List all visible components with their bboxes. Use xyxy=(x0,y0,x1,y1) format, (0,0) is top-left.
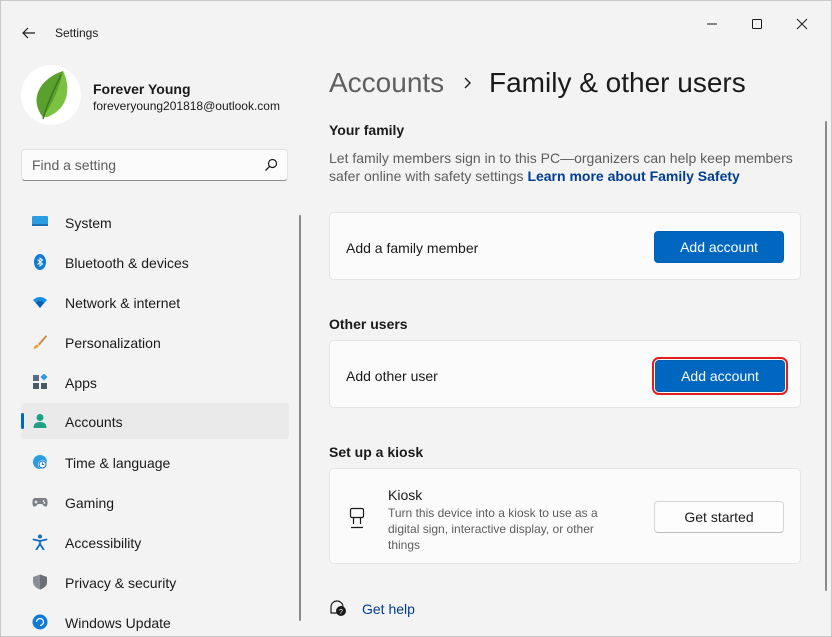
add-family-member-label: Add a family member xyxy=(346,240,479,256)
sidebar-item-gaming[interactable]: Gaming xyxy=(21,484,289,520)
sidebar-item-label: System xyxy=(65,215,112,231)
sidebar-item-label: Time & language xyxy=(65,455,171,471)
add-other-user-label: Add other user xyxy=(346,368,438,384)
sidebar-item-bluetooth[interactable]: Bluetooth & devices xyxy=(21,244,289,280)
sidebar-item-label: Bluetooth & devices xyxy=(65,255,189,271)
kiosk-title: Kiosk xyxy=(388,487,423,503)
svg-text:?: ? xyxy=(339,609,343,616)
person-icon xyxy=(33,414,47,428)
section-title-your-family: Your family xyxy=(329,122,405,138)
sidebar-item-time-language[interactable]: Time & language xyxy=(21,444,289,480)
maximize-icon xyxy=(752,19,762,29)
page-title: Family & other users xyxy=(489,67,746,98)
apps-icon xyxy=(33,374,48,389)
app-title: Settings xyxy=(55,26,99,40)
breadcrumb-parent[interactable]: Accounts xyxy=(329,67,444,99)
sidebar-item-label: Accounts xyxy=(65,414,123,430)
sidebar-item-label: Personalization xyxy=(65,335,161,351)
update-icon xyxy=(32,614,48,630)
back-button[interactable] xyxy=(15,17,43,45)
minimize-button[interactable] xyxy=(697,11,727,37)
back-arrow-icon xyxy=(22,27,35,39)
get-started-button[interactable]: Get started xyxy=(654,501,784,533)
sidebar-item-apps[interactable]: Apps xyxy=(21,364,289,400)
sidebar-item-label: Network & internet xyxy=(65,295,181,311)
chevron-right-icon xyxy=(464,77,471,89)
minimize-icon xyxy=(707,23,717,25)
get-help-link[interactable]: Get help xyxy=(362,601,415,617)
bluetooth-icon xyxy=(34,254,46,270)
gamepad-icon xyxy=(32,498,48,507)
sidebar-item-windows-update[interactable]: Windows Update xyxy=(21,604,289,631)
main-scrollbar[interactable] xyxy=(825,121,827,591)
sidebar-item-label: Gaming xyxy=(65,495,115,511)
shield-icon xyxy=(33,574,47,590)
add-family-member-card: Add a family member Add account xyxy=(329,212,801,280)
globe-clock-icon xyxy=(33,455,47,469)
close-button[interactable] xyxy=(787,11,817,37)
brush-icon xyxy=(33,335,47,349)
sidebar-nav: System Bluetooth & devices Network & int… xyxy=(21,201,289,631)
section-title-kiosk: Set up a kiosk xyxy=(329,444,424,460)
search-input[interactable] xyxy=(22,150,252,180)
add-other-user-card: Add other user Add account xyxy=(329,340,801,408)
section-title-other-users: Other users xyxy=(329,316,408,332)
kiosk-icon xyxy=(349,507,365,529)
search-box[interactable] xyxy=(21,149,288,181)
add-other-user-account-button[interactable]: Add account xyxy=(652,357,788,395)
close-icon xyxy=(796,18,808,30)
family-description: Let family members sign in to this PC—or… xyxy=(329,149,799,185)
avatar[interactable] xyxy=(21,65,81,125)
search-icon[interactable] xyxy=(264,158,278,172)
sidebar-scrollbar[interactable] xyxy=(299,215,301,621)
accessibility-icon xyxy=(32,534,48,550)
sidebar-item-label: Accessibility xyxy=(65,535,142,551)
wifi-icon xyxy=(33,297,47,308)
sidebar-item-accounts[interactable]: Accounts xyxy=(21,403,289,439)
profile-name: Forever Young xyxy=(93,81,191,97)
settings-window: Settings Forever Young foreveryoung20181… xyxy=(0,0,832,637)
kiosk-description: Turn this device into a kiosk to use as … xyxy=(388,506,598,552)
kiosk-card: Kiosk Turn this device into a kiosk to u… xyxy=(329,468,801,564)
add-family-account-button[interactable]: Add account xyxy=(654,231,784,263)
leaf-avatar-icon xyxy=(36,71,68,120)
sidebar-item-network[interactable]: Network & internet xyxy=(21,284,289,320)
profile-email: foreveryoung201818@outlook.com xyxy=(93,99,280,113)
sidebar-item-label: Privacy & security xyxy=(65,575,177,591)
sidebar-item-privacy-security[interactable]: Privacy & security xyxy=(21,564,289,600)
sidebar-item-label: Windows Update xyxy=(65,615,171,631)
active-indicator xyxy=(21,413,24,429)
learn-more-family-safety-link[interactable]: Learn more about Family Safety xyxy=(527,168,739,184)
sidebar-item-system[interactable]: System xyxy=(21,204,289,240)
sidebar-item-accessibility[interactable]: Accessibility xyxy=(21,524,289,560)
monitor-icon xyxy=(32,216,48,226)
sidebar-item-label: Apps xyxy=(65,375,97,391)
sidebar-item-personalization[interactable]: Personalization xyxy=(21,324,289,360)
help-icon: ? xyxy=(330,600,346,616)
maximize-button[interactable] xyxy=(742,11,772,37)
title-bar: Settings xyxy=(1,1,831,47)
